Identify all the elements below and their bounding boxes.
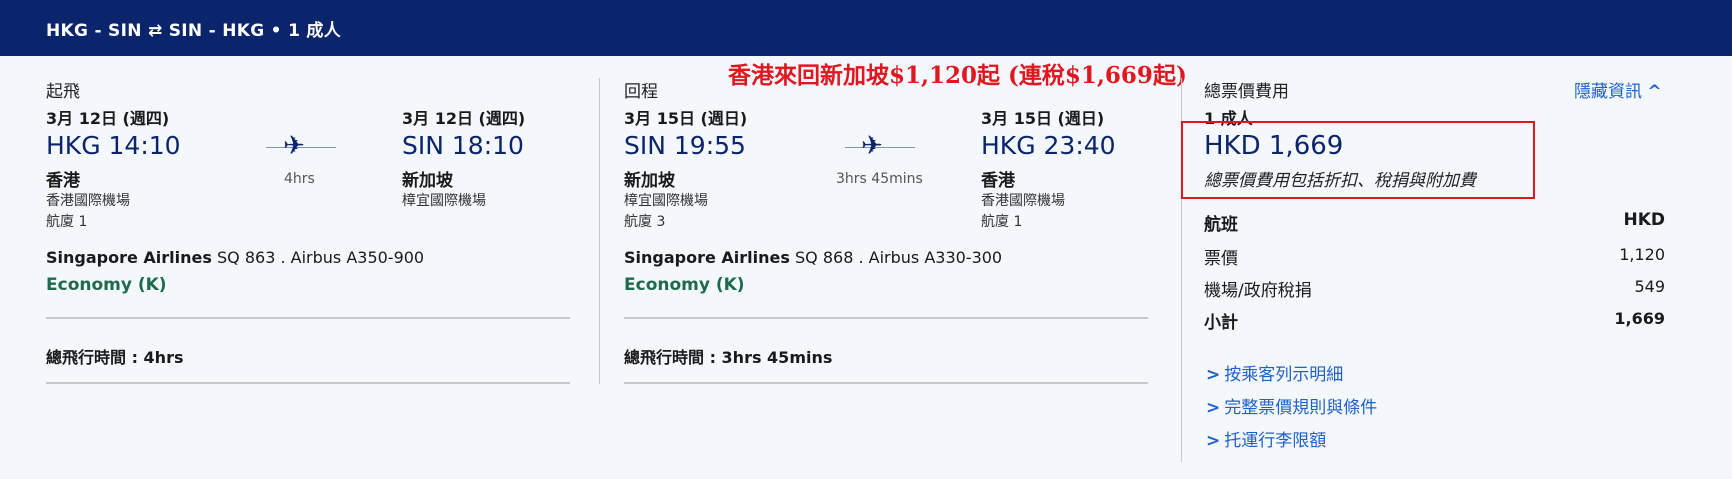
inbound-duration: 3hrs 45mins [836,171,923,187]
inbound-arr-city: 香港 [981,171,1015,191]
inbound-airline: Singapore Airlines [624,248,790,267]
promo-title: 香港來回新加坡$1,120起 (連稅$1,669起) [728,62,1187,89]
total-price: HKD 1,669 [1204,131,1344,161]
inbound-total-time: 總飛行時間 : 3hrs 45mins [624,348,833,367]
baggage-allowance-link[interactable]: > 托運行李限額 [1206,426,1326,451]
inbound-label: 回程 [624,82,658,102]
outbound-duration: 4hrs [284,171,315,187]
outbound-airline-info: Singapore Airlines SQ 863 . Airbus A350-… [46,248,424,267]
outbound-flight-info: SQ 863 . Airbus A350-900 [211,248,425,267]
fare-row-label: 票價 [1204,249,1238,269]
outbound-arr-route: SIN 18:10 [402,131,524,160]
outbound-total-time: 總飛行時間 : 4hrs [46,348,184,367]
fare-table-header-right: HKD [1623,210,1665,230]
inbound-arr-route: HKG 23:40 [981,131,1116,160]
link-label: 完整票價規則與條件 [1224,398,1378,418]
airplane-icon: ✈ [283,131,305,161]
divider [624,382,1148,384]
outbound-airline: Singapore Airlines [46,248,212,267]
fare-subtotal-label: 小計 [1204,313,1238,333]
outbound-dep-route: HKG 14:10 [46,131,181,160]
trip-summary: HKG - SIN ⇄ SIN - HKG • 1 成人 [46,21,342,41]
inbound-dep-city: 新加坡 [624,171,675,191]
outbound-dep-date: 3月 12日 (週四) [46,109,170,128]
inbound-cabin: Economy (K) [624,275,745,295]
outbound-dep-terminal: 航廈 1 [46,214,88,230]
inbound-dep-airport: 樟宜國際機場 [624,193,708,209]
fare-rules-link[interactable]: > 完整票價規則與條件 [1206,393,1377,418]
divider [46,317,570,319]
divider [624,317,1148,319]
inbound-arr-airport: 香港國際機場 [981,193,1065,209]
fare-row-value: 549 [1634,277,1665,296]
price-note: 總票價費用包括折扣、稅捐與附加費 [1204,171,1476,191]
outbound-cabin: Economy (K) [46,275,167,295]
airplane-icon: ✈ [861,131,883,161]
outbound-arr-airport: 樟宜國際機場 [402,193,486,209]
outbound-dep-city: 香港 [46,171,80,191]
divider [46,382,570,384]
chevron-right-icon: > [1206,431,1221,451]
inbound-flight-info: SQ 868 . Airbus A330-300 [789,248,1003,267]
outbound-arr-date: 3月 12日 (週四) [402,109,526,128]
link-label: 托運行李限額 [1224,431,1327,451]
fare-row-label: 機場/政府稅捐 [1204,281,1312,301]
passenger-breakdown-link[interactable]: > 按乘客列示明細 [1206,360,1343,385]
outbound-dep-airport: 香港國際機場 [46,193,130,209]
pricing-label: 總票價費用 [1204,82,1289,102]
chevron-right-icon: > [1206,398,1221,418]
link-label: 按乘客列示明細 [1224,365,1344,385]
fare-table-header-left: 航班 [1204,215,1238,235]
inbound-arr-date: 3月 15日 (週日) [981,109,1105,128]
hide-info-label: 隱藏資訊 [1574,82,1642,102]
inbound-dep-date: 3月 15日 (週日) [624,109,748,128]
fare-row-value: 1,120 [1619,245,1665,264]
inbound-dep-terminal: 航廈 3 [624,214,666,230]
fare-subtotal-value: 1,669 [1614,309,1665,328]
inbound-dep-route: SIN 19:55 [624,131,746,160]
inbound-airline-info: Singapore Airlines SQ 868 . Airbus A330-… [624,248,1002,267]
inbound-arr-terminal: 航廈 1 [981,214,1023,230]
outbound-label: 起飛 [46,82,80,102]
hide-info-link[interactable]: 隱藏資訊 ^ [1574,77,1662,102]
trip-summary-bar: HKG - SIN ⇄ SIN - HKG • 1 成人 [0,0,1732,56]
chevron-right-icon: > [1206,365,1221,385]
chevron-up-icon: ^ [1647,82,1662,102]
column-separator [599,78,600,384]
outbound-arr-city: 新加坡 [402,171,453,191]
